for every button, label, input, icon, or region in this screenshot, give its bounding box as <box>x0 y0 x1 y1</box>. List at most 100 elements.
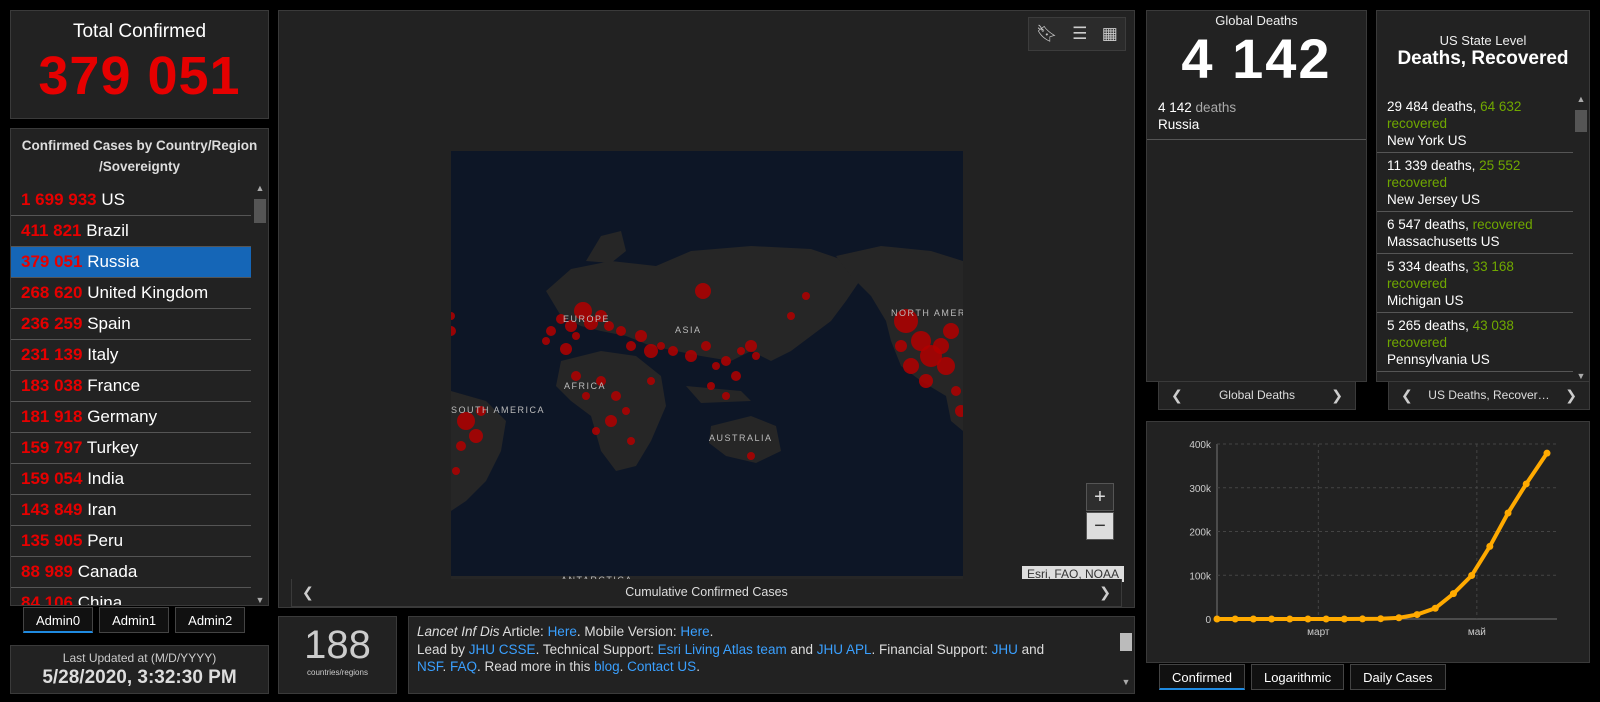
country-list-scrollbar[interactable]: ▲ ▼ <box>252 183 268 605</box>
country-row[interactable]: 159 054 India <box>11 464 251 495</box>
scroll-thumb[interactable] <box>1575 110 1587 132</box>
scroll-down-icon[interactable]: ▼ <box>252 595 268 605</box>
case-bubble[interactable] <box>616 326 626 336</box>
country-row[interactable]: 143 849 Iran <box>11 495 251 526</box>
case-bubble[interactable] <box>919 374 933 388</box>
us-state-item[interactable]: 29 484 deaths, 64 632 recovered New York U… <box>1377 94 1573 153</box>
country-row[interactable]: 84 106 China <box>11 588 251 605</box>
country-row[interactable]: 231 139 Italy <box>11 340 251 371</box>
link-mobile[interactable]: Here <box>680 624 709 639</box>
country-row[interactable]: 411 821 Brazil <box>11 216 251 247</box>
case-bubble[interactable] <box>695 283 711 299</box>
case-bubble[interactable] <box>731 371 741 381</box>
data-point[interactable] <box>1543 449 1551 457</box>
data-point[interactable] <box>1322 615 1330 623</box>
case-bubble[interactable] <box>668 346 678 356</box>
country-row[interactable]: 183 038 France <box>11 371 251 402</box>
country-row[interactable]: 1 699 933 US <box>11 185 251 216</box>
country-row[interactable]: 236 259 Spain <box>11 309 251 340</box>
case-bubble[interactable] <box>802 292 810 300</box>
case-bubble[interactable] <box>701 341 711 351</box>
case-bubble[interactable] <box>722 392 730 400</box>
case-bubble[interactable] <box>605 415 617 427</box>
link-contact[interactable]: Contact US <box>627 659 696 674</box>
us-state-item[interactable]: 5 265 deaths, 43 038 recovered Pennsylvani… <box>1377 313 1573 372</box>
confirmed-chart[interactable]: 0 100k 200k 300k 400k март май <box>1147 422 1589 662</box>
case-bubble[interactable] <box>622 407 630 415</box>
case-bubble[interactable] <box>572 332 580 340</box>
case-bubble[interactable] <box>582 392 590 400</box>
case-bubble[interactable] <box>943 323 959 339</box>
tab-admin0[interactable]: Admin0 <box>23 607 94 633</box>
scroll-thumb[interactable] <box>254 199 266 223</box>
case-bubble[interactable] <box>747 452 755 460</box>
data-point[interactable] <box>1249 615 1257 623</box>
country-row[interactable]: 379 051 Russia <box>11 247 251 278</box>
data-point[interactable] <box>1468 572 1476 580</box>
case-bubble[interactable] <box>626 341 636 351</box>
country-row[interactable]: 181 918 Germany <box>11 402 251 433</box>
scroll-thumb[interactable] <box>1120 633 1132 651</box>
scroll-down-icon[interactable]: ▼ <box>1573 371 1589 381</box>
chevron-right-icon[interactable]: ❯ <box>1331 382 1343 408</box>
data-point[interactable] <box>1413 611 1421 619</box>
link-jhu-csse[interactable]: JHU CSSE <box>469 642 536 657</box>
case-bubble[interactable] <box>592 427 600 435</box>
tab-logarithmic[interactable]: Logarithmic <box>1250 664 1345 690</box>
scroll-up-icon[interactable]: ▲ <box>252 183 268 193</box>
link-jhu-apl[interactable]: JHU APL <box>817 642 872 657</box>
scroll-down-icon[interactable]: ▼ <box>1118 674 1134 692</box>
case-bubble[interactable] <box>469 429 483 443</box>
case-bubble[interactable] <box>451 312 455 320</box>
data-point[interactable] <box>1213 615 1221 623</box>
data-point[interactable] <box>1340 615 1348 623</box>
deaths-entry[interactable]: 4 142 deaths Russia <box>1147 91 1366 140</box>
map-view[interactable]: EUROPE ASIA AFRICA AUSTRALIA NORTH AMERI… <box>451 151 963 586</box>
case-bubble[interactable] <box>745 340 757 352</box>
data-point[interactable] <box>1449 590 1457 598</box>
data-point[interactable] <box>1431 604 1439 612</box>
case-bubble[interactable] <box>707 382 715 390</box>
case-bubble[interactable] <box>627 437 635 445</box>
link-faq[interactable]: FAQ <box>450 659 477 674</box>
data-point[interactable] <box>1522 480 1530 488</box>
case-bubble[interactable] <box>712 362 720 370</box>
data-point[interactable] <box>1395 614 1403 622</box>
link-article[interactable]: Here <box>548 624 577 639</box>
data-point[interactable] <box>1504 509 1512 517</box>
case-bubble[interactable] <box>611 391 621 401</box>
chevron-right-icon[interactable]: ❯ <box>1099 579 1111 605</box>
data-point[interactable] <box>1268 615 1276 623</box>
case-bubble[interactable] <box>657 342 665 350</box>
tab-admin1[interactable]: Admin1 <box>99 607 170 633</box>
case-bubble[interactable] <box>560 343 572 355</box>
us-state-item[interactable]: 11 339 deaths, 25 552 recovered New Jersey… <box>1377 153 1573 212</box>
case-bubble[interactable] <box>933 338 949 354</box>
scroll-up-icon[interactable]: ▲ <box>1573 94 1589 104</box>
tab-daily-cases[interactable]: Daily Cases <box>1350 664 1446 690</box>
link-nsf[interactable]: NSF <box>417 659 443 674</box>
case-bubble[interactable] <box>571 371 581 381</box>
link-jhu[interactable]: JHU <box>992 642 1018 657</box>
link-esri[interactable]: Esri Living Atlas team <box>658 642 787 657</box>
case-bubble[interactable] <box>452 467 460 475</box>
country-row[interactable]: 268 620 United Kingdom <box>11 278 251 309</box>
case-bubble[interactable] <box>456 441 466 451</box>
country-row[interactable]: 88 989 Canada <box>11 557 251 588</box>
case-bubble[interactable] <box>787 312 795 320</box>
legend-list-icon[interactable]: ☰ <box>1072 24 1087 44</box>
case-bubble[interactable] <box>951 386 961 396</box>
case-bubble[interactable] <box>644 344 658 358</box>
info-scrollbar[interactable]: ▼ <box>1118 617 1134 693</box>
case-bubble[interactable] <box>451 326 456 336</box>
case-bubble[interactable] <box>542 337 550 345</box>
data-point[interactable] <box>1359 615 1367 623</box>
chevron-right-icon[interactable]: ❯ <box>1565 382 1577 408</box>
us-state-item[interactable]: 5 334 deaths, 33 168 recovered Michigan US <box>1377 254 1573 313</box>
data-point[interactable] <box>1377 615 1385 623</box>
case-bubble[interactable] <box>546 326 556 336</box>
data-point[interactable] <box>1486 542 1494 550</box>
case-bubble[interactable] <box>895 340 907 352</box>
us-state-item[interactable]: 6 547 deaths, recovered Massachusetts US <box>1377 212 1573 254</box>
case-bubble[interactable] <box>752 352 760 360</box>
